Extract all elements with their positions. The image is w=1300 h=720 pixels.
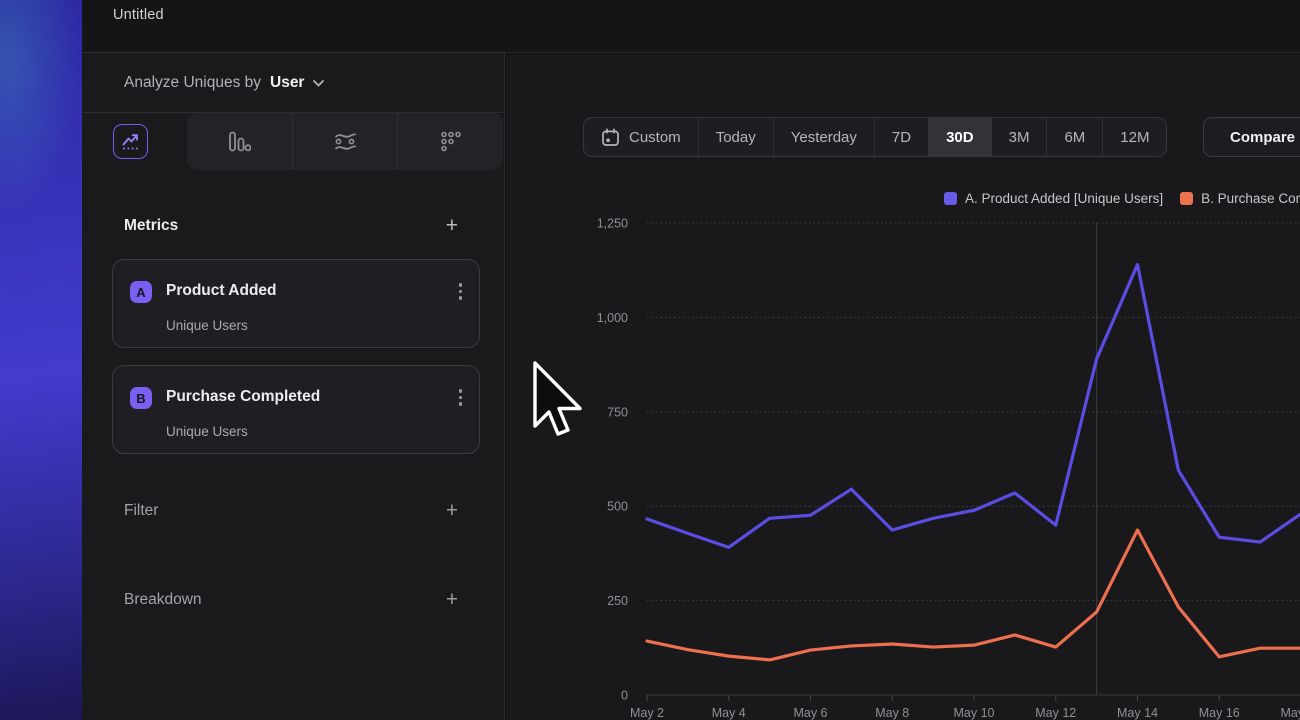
x-axis-label: May 10	[954, 706, 995, 720]
date-range-control: Custom Today Yesterday 7D 30D 3M 6M 12M	[583, 117, 1167, 157]
tab-line-chart[interactable]	[113, 124, 148, 159]
metric-name: Product Added	[166, 282, 277, 300]
sidebar: Analyze Uniques by User	[82, 53, 505, 720]
x-axis-label: May 2	[630, 706, 664, 720]
y-axis-label: 1,000	[597, 311, 628, 325]
metric-name: Purchase Completed	[166, 388, 320, 406]
range-7d[interactable]: 7D	[874, 118, 928, 156]
metric-badge-b: B	[130, 387, 152, 409]
flow-chart-icon	[333, 131, 358, 153]
compare-button[interactable]: Compare	[1203, 117, 1300, 157]
metrics-label: Metrics	[124, 217, 178, 235]
metric-measure: Unique Users	[166, 318, 248, 333]
y-axis-label: 1,250	[597, 217, 628, 231]
metric-card-purchase-completed[interactable]: B Purchase Completed Unique Users	[112, 365, 480, 454]
x-axis-label: May 16	[1199, 706, 1240, 720]
x-axis-label: May 18	[1281, 706, 1300, 720]
series-line	[647, 265, 1300, 548]
metrics-section-header: Metrics +	[124, 215, 458, 236]
line-chart-icon	[120, 131, 141, 152]
analyze-uniques-row: Analyze Uniques by User	[82, 53, 504, 113]
report-title[interactable]: Untitled	[113, 7, 164, 23]
grid-dots-icon	[439, 130, 463, 154]
breakdown-label: Breakdown	[124, 591, 202, 609]
range-custom[interactable]: Custom	[584, 118, 698, 156]
bar-chart-icon	[227, 130, 251, 153]
filter-section-header: Filter +	[124, 500, 458, 521]
chart-type-tabs	[82, 113, 504, 170]
y-axis-label: 500	[607, 500, 628, 514]
breakdown-section-header: Breakdown +	[124, 589, 458, 610]
chart-type-tab-group	[187, 113, 503, 170]
chevron-down-icon[interactable]	[313, 80, 324, 87]
top-bar: Untitled	[82, 0, 1300, 53]
line-chart[interactable]: 0 250 500 750 1,000 1,250 May 2 May 4 May 6 May 8…	[505, 160, 1300, 720]
kebab-menu-icon[interactable]	[459, 389, 463, 406]
range-today[interactable]: Today	[698, 118, 773, 156]
kebab-menu-icon[interactable]	[459, 283, 463, 300]
add-breakdown-button[interactable]: +	[446, 589, 458, 610]
range-30d-selected[interactable]: 30D	[928, 118, 991, 156]
filter-label: Filter	[124, 502, 158, 520]
tab-flow-chart[interactable]	[292, 113, 398, 170]
tab-grid-dots[interactable]	[397, 113, 503, 170]
tab-bar-chart[interactable]	[187, 113, 292, 170]
analyze-by-dropdown[interactable]: User	[270, 74, 304, 92]
x-axis-label: May 6	[793, 706, 827, 720]
add-filter-button[interactable]: +	[446, 500, 458, 521]
metric-measure: Unique Users	[166, 424, 248, 439]
calendar-icon	[601, 128, 620, 147]
metric-card-product-added[interactable]: A Product Added Unique Users	[112, 259, 480, 348]
background-gradient-strip	[0, 0, 82, 720]
x-axis-label: May 8	[875, 706, 909, 720]
y-axis-label: 750	[607, 405, 628, 419]
add-metric-button[interactable]: +	[446, 215, 458, 236]
series-line	[647, 530, 1300, 660]
y-axis-label: 0	[621, 689, 628, 703]
x-axis-label: May 12	[1035, 706, 1076, 720]
range-6m[interactable]: 6M	[1046, 118, 1102, 156]
x-axis-label: May 14	[1117, 706, 1158, 720]
range-3m[interactable]: 3M	[991, 118, 1047, 156]
metric-badge-a: A	[130, 281, 152, 303]
x-axis-label: May 4	[712, 706, 746, 720]
range-12m[interactable]: 12M	[1102, 118, 1166, 156]
y-axis-label: 250	[607, 594, 628, 608]
range-yesterday[interactable]: Yesterday	[773, 118, 874, 156]
analyze-uniques-label: Analyze Uniques by	[124, 74, 261, 92]
